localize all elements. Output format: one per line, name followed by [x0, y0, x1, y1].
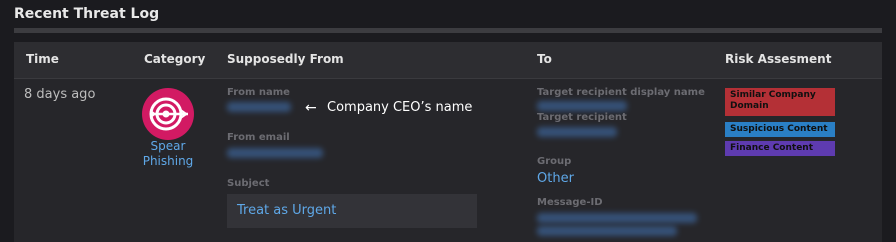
message-id-label: Message-ID	[537, 197, 603, 208]
subject-label: Subject	[227, 178, 270, 189]
group-label: Group	[537, 156, 572, 167]
table-header: Time Category Supposedly From To Risk As…	[14, 42, 882, 79]
redacted-message-id	[537, 213, 697, 223]
group-value[interactable]: Other	[537, 171, 574, 186]
threat-log-table: Time Category Supposedly From To Risk As…	[14, 42, 882, 242]
redacted-message-id-line-2	[537, 226, 677, 236]
time-cell: 8 days ago	[24, 87, 96, 102]
subject-field[interactable]: Treat as Urgent	[227, 194, 477, 228]
risk-badge-finance-content: Finance Content	[725, 141, 835, 156]
annotation-text: Company CEO’s name	[327, 100, 473, 115]
column-header-time[interactable]: Time	[26, 52, 59, 66]
section-title: Recent Threat Log	[14, 6, 160, 22]
column-header-to[interactable]: To	[537, 52, 552, 66]
from-email-label: From email	[227, 132, 290, 143]
risk-badge-suspicious-content: Suspicious Content	[725, 122, 835, 137]
redacted-recipient	[537, 127, 617, 137]
redacted-from-email	[227, 148, 323, 158]
risk-badge-similar-domain: Similar Company Domain	[725, 88, 835, 116]
column-header-risk[interactable]: Risk Assesment	[725, 52, 831, 66]
category-label[interactable]: Spear Phishing	[128, 139, 208, 169]
from-name-label: From name	[227, 87, 290, 98]
column-header-category[interactable]: Category	[144, 52, 205, 66]
section-divider	[14, 28, 882, 33]
subject-value: Treat as Urgent	[237, 203, 337, 218]
redacted-display-name	[537, 101, 627, 111]
column-header-from[interactable]: Supposedly From	[227, 52, 344, 66]
spear-phishing-target-icon	[142, 88, 194, 140]
redacted-from-name	[227, 102, 291, 112]
target-recipient-label: Target recipient	[537, 112, 627, 123]
left-arrow-icon: ←	[305, 100, 317, 116]
target-display-name-label: Target recipient display name	[537, 87, 705, 98]
